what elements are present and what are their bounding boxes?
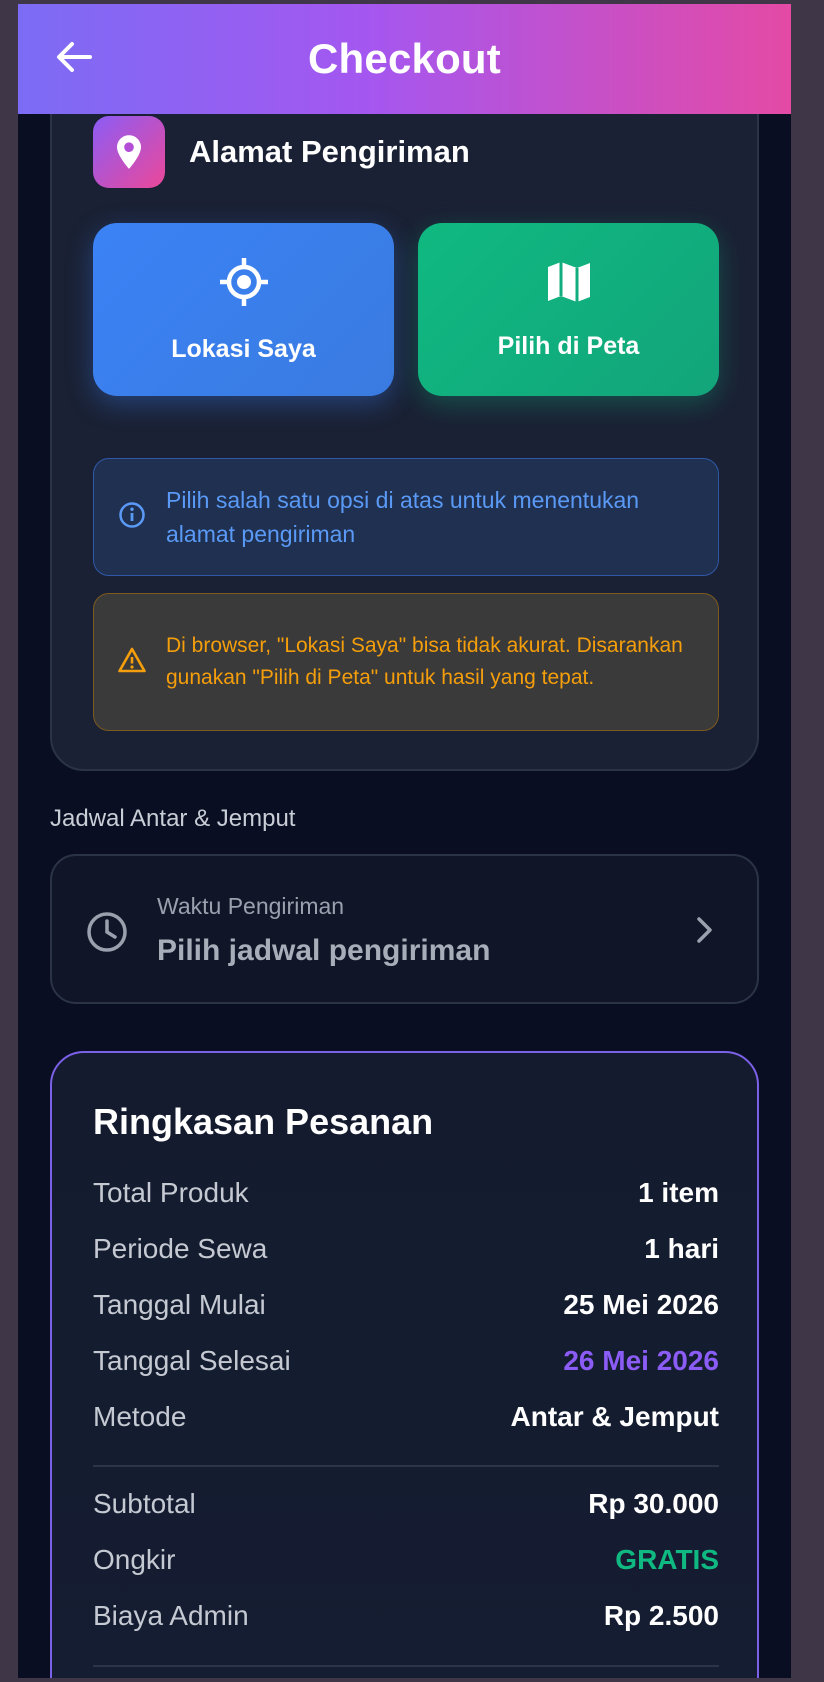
- warning-icon: [118, 647, 146, 678]
- back-button[interactable]: [54, 39, 94, 79]
- app-bar: Checkout: [18, 4, 791, 114]
- summary-value: 25 Mei 2026: [563, 1289, 719, 1320]
- summary-value: 1 hari: [644, 1233, 719, 1264]
- summary-label: Periode Sewa: [93, 1233, 268, 1264]
- info-message: Pilih salah satu opsi di atas untuk mene…: [93, 458, 719, 576]
- summary-value-end-date: 26 Mei 2026: [563, 1345, 719, 1376]
- delivery-schedule-picker[interactable]: Waktu Pengiriman Pilih jadwal pengiriman: [50, 854, 759, 1004]
- cost-value: Rp 2.500: [603, 1600, 719, 1631]
- location-pin-icon: [93, 116, 165, 188]
- summary-label: Tanggal Selesai: [93, 1345, 291, 1376]
- crosshair-icon: [218, 256, 270, 313]
- order-summary-card: Ringkasan Pesanan Total Produk 1 item Pe…: [50, 1051, 759, 1678]
- phone-screen: Alamat Pengiriman Lokasi Saya Pilih di P…: [18, 4, 791, 1678]
- arrow-left-icon: [56, 41, 92, 78]
- cost-value: Rp 30.000: [588, 1488, 719, 1519]
- address-header: Alamat Pengiriman: [93, 116, 470, 188]
- pick-on-map-button[interactable]: Pilih di Peta: [418, 223, 719, 396]
- summary-label: Tanggal Mulai: [93, 1289, 266, 1320]
- cost-row-admin-fee: Biaya Admin Rp 2.500: [93, 1600, 719, 1632]
- chevron-right-icon: [695, 916, 713, 949]
- clock-icon: [86, 911, 128, 958]
- info-text: Pilih salah satu opsi di atas untuk mene…: [166, 487, 640, 547]
- cost-label: Biaya Admin: [93, 1600, 249, 1631]
- address-title: Alamat Pengiriman: [189, 134, 470, 169]
- cost-row-shipping: Ongkir GRATIS: [93, 1544, 719, 1576]
- map-icon: [546, 259, 592, 310]
- summary-divider: [93, 1665, 719, 1667]
- schedule-section-label: Jadwal Antar & Jemput: [50, 805, 296, 832]
- cost-value-free: GRATIS: [615, 1544, 719, 1575]
- summary-label: Metode: [93, 1401, 187, 1432]
- address-card: Alamat Pengiriman Lokasi Saya Pilih di P…: [50, 44, 759, 771]
- schedule-placeholder: Pilih jadwal pengiriman: [157, 934, 491, 967]
- cost-label: Ongkir: [93, 1544, 176, 1575]
- cost-row-subtotal: Subtotal Rp 30.000: [93, 1488, 719, 1520]
- summary-row-method: Metode Antar & Jemput: [93, 1401, 719, 1433]
- summary-row-start-date: Tanggal Mulai 25 Mei 2026: [93, 1289, 719, 1321]
- warning-text: Di browser, "Lokasi Saya" bisa tidak aku…: [166, 634, 683, 689]
- info-icon: [118, 501, 146, 534]
- page-title: Checkout: [308, 35, 501, 82]
- summary-row-end-date: Tanggal Selesai 26 Mei 2026: [93, 1345, 719, 1377]
- my-location-button[interactable]: Lokasi Saya: [93, 223, 394, 396]
- cost-label: Subtotal: [93, 1488, 196, 1519]
- my-location-label: Lokasi Saya: [171, 334, 316, 363]
- summary-value: 1 item: [638, 1177, 719, 1208]
- summary-row-total-products: Total Produk 1 item: [93, 1177, 719, 1209]
- warning-message: Di browser, "Lokasi Saya" bisa tidak aku…: [93, 593, 719, 731]
- schedule-subtitle: Waktu Pengiriman: [157, 893, 345, 919]
- summary-value: Antar & Jemput: [510, 1401, 719, 1432]
- order-summary-title: Ringkasan Pesanan: [93, 1101, 434, 1142]
- pick-on-map-label: Pilih di Peta: [497, 331, 640, 360]
- summary-label: Total Produk: [93, 1177, 249, 1208]
- summary-divider: [93, 1465, 719, 1467]
- summary-row-rental-period: Periode Sewa 1 hari: [93, 1233, 719, 1265]
